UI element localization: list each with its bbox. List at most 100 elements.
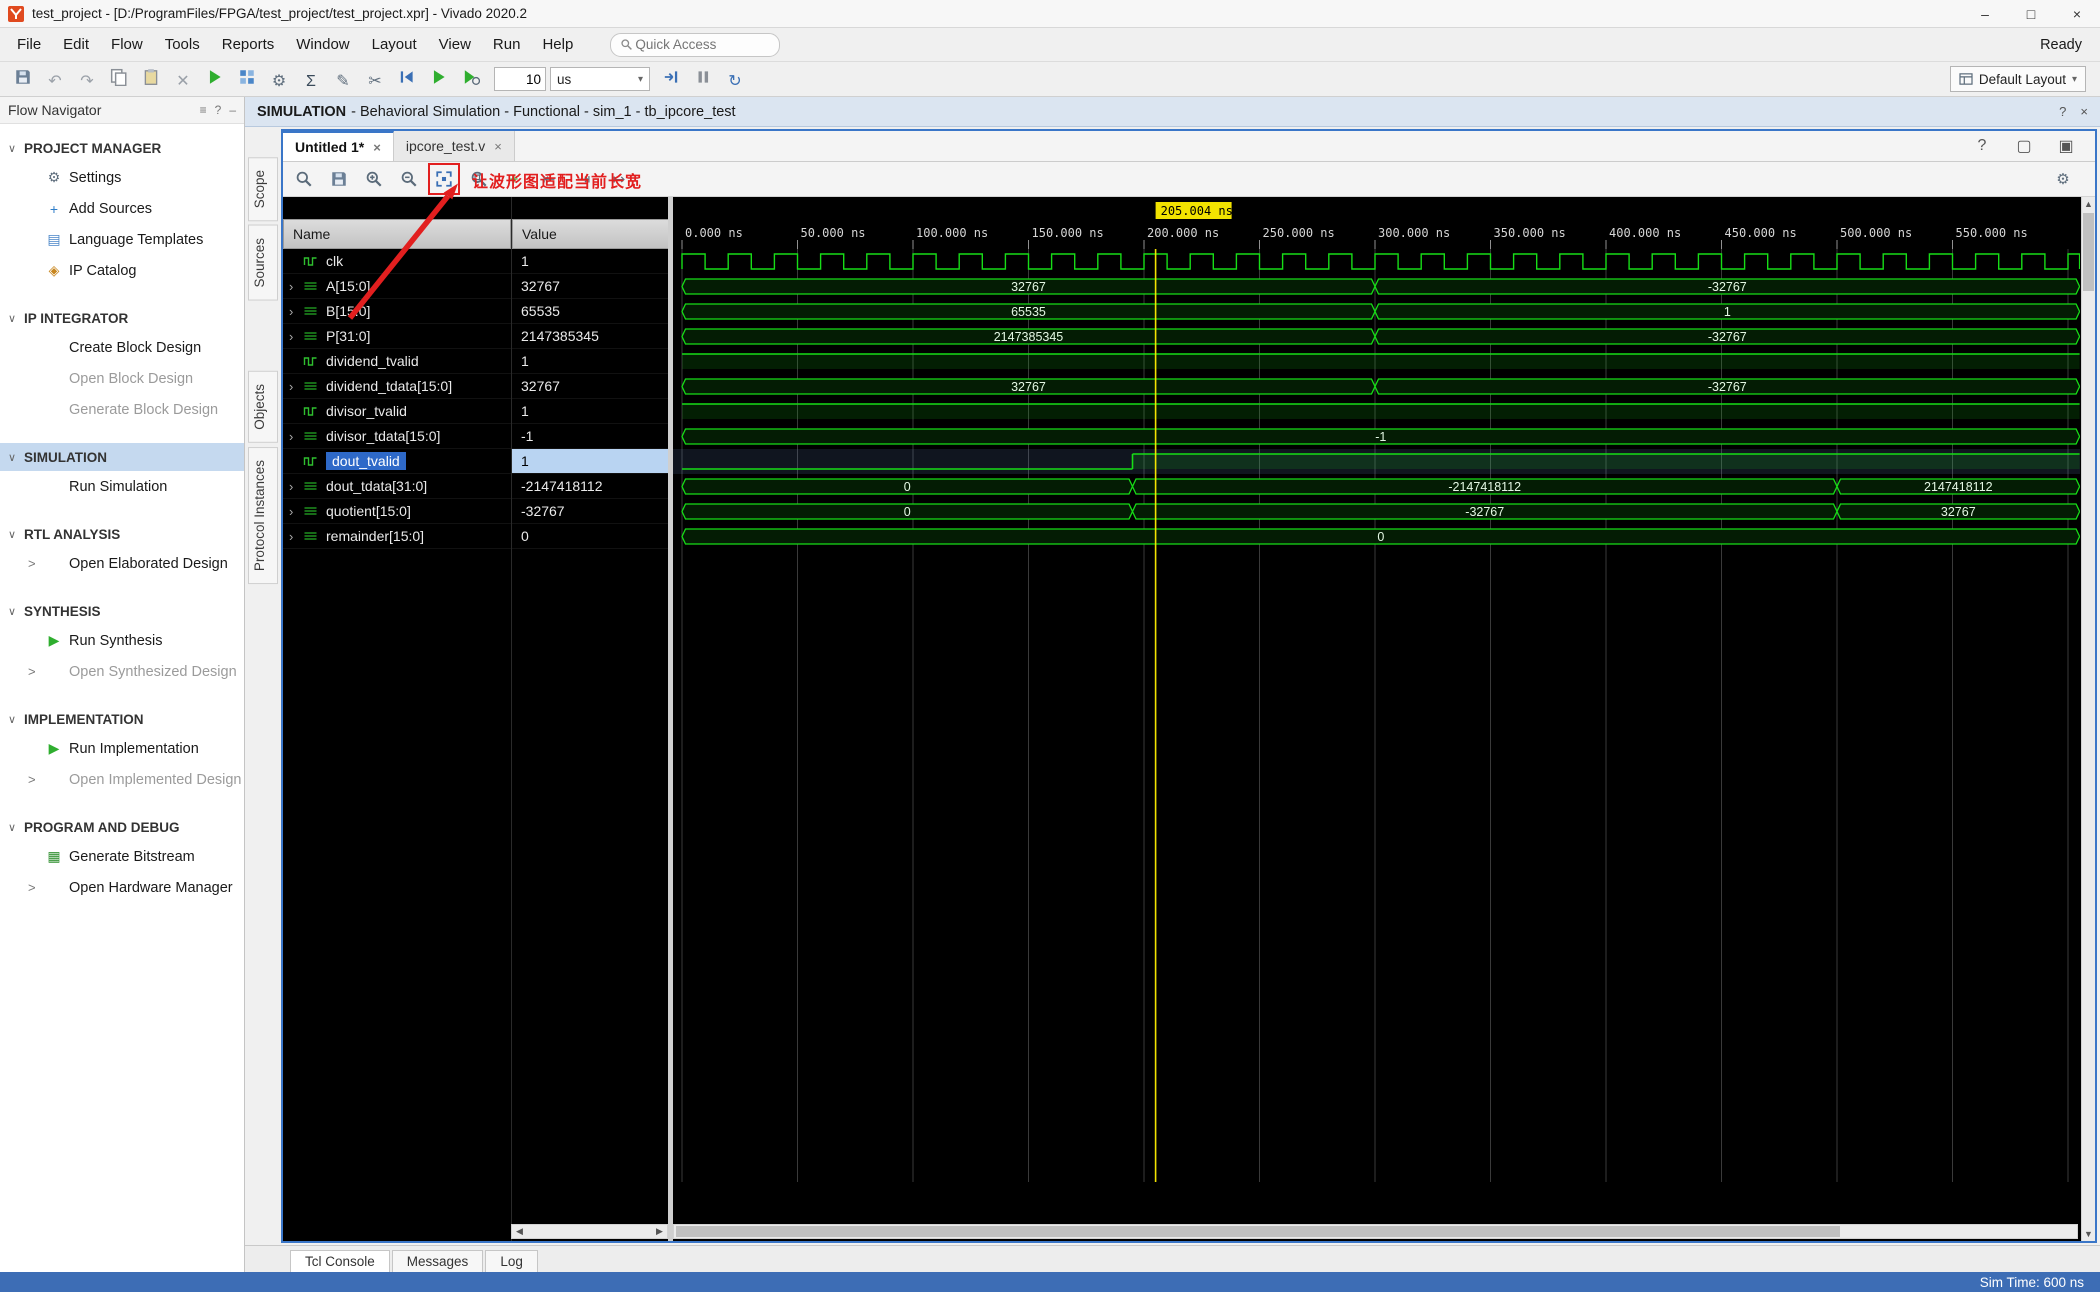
copy-icon[interactable] xyxy=(106,65,132,89)
waveform-canvas[interactable]: 0.000 ns 50.000 ns 100.000 ns 150.000 ns 200… xyxy=(673,197,2080,1225)
signal-value-cell[interactable]: 1 xyxy=(512,249,668,274)
run-time-input[interactable] xyxy=(494,67,546,91)
run-time-unit-select[interactable]: us ▾ xyxy=(550,67,650,91)
signal-row-dividend-tdata-15-0-[interactable]: › dividend_tdata[15:0] xyxy=(283,374,511,399)
signal-value-cell[interactable]: 65535 xyxy=(512,299,668,324)
relaunch-icon[interactable]: ↻ xyxy=(722,69,748,93)
signal-row-quotient-15-0-[interactable]: › quotient[15:0] xyxy=(283,499,511,524)
expander-icon[interactable]: › xyxy=(289,379,303,394)
menu-edit[interactable]: Edit xyxy=(52,32,100,57)
dashboard-icon[interactable] xyxy=(234,65,260,89)
signal-row-dout-tdata-31-0-[interactable]: › dout_tdata[31:0] xyxy=(283,474,511,499)
side-tab-scope[interactable]: Scope xyxy=(248,157,278,222)
flownav-item-generate-bitstream[interactable]: ▦ Generate Bitstream xyxy=(0,841,244,872)
scrollbar-thumb[interactable] xyxy=(2083,213,2094,291)
scroll-left-icon[interactable]: ◀ xyxy=(512,1225,527,1238)
flownav-item-create-block-design[interactable]: Create Block Design xyxy=(0,332,244,363)
save-wave-icon[interactable] xyxy=(326,166,352,192)
menu-run[interactable]: Run xyxy=(482,32,532,57)
expander-icon[interactable]: › xyxy=(289,304,303,319)
signal-value-cell[interactable]: -32767 xyxy=(512,499,668,524)
maximize-button[interactable]: □ xyxy=(2008,0,2054,27)
flownav-item-run-synthesis[interactable]: ▶ Run Synthesis xyxy=(0,625,244,656)
flownav-section-title[interactable]: ∨ SIMULATION xyxy=(0,443,244,471)
find-icon[interactable] xyxy=(291,166,317,192)
save-icon[interactable] xyxy=(10,65,36,89)
editor-tab-ipcore-test-v[interactable]: ipcore_test.v × xyxy=(393,131,515,161)
flownav-item-language-templates[interactable]: ▤ Language Templates xyxy=(0,224,244,255)
expander-icon[interactable]: › xyxy=(289,429,303,444)
quick-access-input[interactable] xyxy=(633,36,748,53)
wave-settings-icon[interactable]: ⚙ xyxy=(2050,166,2076,192)
expander-icon[interactable]: › xyxy=(289,329,303,344)
expander-icon[interactable]: > xyxy=(28,556,44,571)
help-icon[interactable]: ? xyxy=(1969,134,1995,158)
signal-row-divisor-tdata-15-0-[interactable]: › divisor_tdata[15:0] xyxy=(283,424,511,449)
flownav-item-ip-catalog[interactable]: ◈ IP Catalog xyxy=(0,255,244,286)
signal-value-cell[interactable]: 0 xyxy=(512,524,668,549)
expander-icon[interactable]: > xyxy=(28,772,44,787)
edit-icon[interactable]: ✎ xyxy=(330,69,356,93)
signal-value-cell[interactable]: 32767 xyxy=(512,374,668,399)
signal-value-cell[interactable]: 1 xyxy=(512,449,668,474)
signal-value-cell[interactable]: 1 xyxy=(512,349,668,374)
console-tab-messages[interactable]: Messages xyxy=(391,1250,484,1272)
editor-tab-untitled-1-[interactable]: Untitled 1* × xyxy=(283,131,394,161)
undo-icon[interactable]: ↶ xyxy=(42,69,68,93)
scroll-up-icon[interactable]: ▲ xyxy=(2082,197,2095,211)
run-all-icon[interactable] xyxy=(426,65,452,89)
scrollbar-thumb[interactable] xyxy=(676,1226,1841,1237)
step-icon[interactable] xyxy=(658,65,684,89)
redo-icon[interactable]: ↷ xyxy=(74,69,100,93)
flownav-section-title[interactable]: ∨ IP INTEGRATOR xyxy=(0,304,244,332)
signal-row-clk[interactable]: clk xyxy=(283,249,511,274)
wave-horizontal-scrollbar[interactable] xyxy=(673,1224,2078,1239)
console-tab-tcl-console[interactable]: Tcl Console xyxy=(290,1250,390,1272)
tab-close-icon[interactable]: × xyxy=(373,140,381,155)
context-help-icon[interactable]: ? xyxy=(2059,104,2066,119)
minimize-button[interactable]: – xyxy=(1962,0,2008,27)
scroll-right-icon[interactable]: ▶ xyxy=(652,1225,667,1238)
menu-reports[interactable]: Reports xyxy=(211,32,286,57)
name-column-header[interactable]: Name xyxy=(283,219,511,249)
side-tab-protocol-instances[interactable]: Protocol Instances xyxy=(248,446,278,584)
wave-vertical-scrollbar[interactable]: ▲ ▼ xyxy=(2081,197,2095,1241)
layout-select[interactable]: Default Layout ▾ xyxy=(1949,66,2086,92)
settings-icon[interactable]: ⚙ xyxy=(266,69,292,93)
run-for-icon[interactable] xyxy=(458,65,484,89)
flownav-item-open-elaborated-design[interactable]: > Open Elaborated Design xyxy=(0,548,244,579)
close-button[interactable]: × xyxy=(2054,0,2100,27)
delete-icon[interactable]: ✕ xyxy=(170,69,196,93)
expander-icon[interactable]: › xyxy=(289,504,303,519)
signal-row-dout-tvalid[interactable]: dout_tvalid xyxy=(283,449,511,474)
flownav-item-run-implementation[interactable]: ▶ Run Implementation xyxy=(0,733,244,764)
context-close-icon[interactable]: × xyxy=(2080,104,2088,119)
menu-tools[interactable]: Tools xyxy=(154,32,211,57)
tab-close-icon[interactable]: × xyxy=(494,139,502,154)
cut-icon[interactable]: ✂ xyxy=(362,69,388,93)
value-column-header[interactable]: Value xyxy=(512,219,669,249)
menu-help[interactable]: Help xyxy=(531,32,584,57)
pause-icon[interactable] xyxy=(690,65,716,89)
zoom-in-icon[interactable] xyxy=(361,166,387,192)
signal-value-cell[interactable]: 1 xyxy=(512,399,668,424)
expander-icon[interactable]: › xyxy=(289,529,303,544)
run-icon[interactable] xyxy=(202,65,228,89)
flownav-item-settings[interactable]: ⚙ Settings xyxy=(0,162,244,193)
expander-icon[interactable]: › xyxy=(289,479,303,494)
flownav-menu-icon[interactable]: ≡ xyxy=(200,103,207,117)
console-tab-log[interactable]: Log xyxy=(485,1250,538,1272)
zoom-fit-icon[interactable] xyxy=(428,163,460,195)
maximize-panel-icon[interactable]: ▣ xyxy=(2053,134,2079,158)
flownav-section-title[interactable]: ∨ RTL ANALYSIS xyxy=(0,520,244,548)
side-tab-objects[interactable]: Objects xyxy=(248,370,278,443)
flownav-section-title[interactable]: ∨ PROGRAM AND DEBUG xyxy=(0,813,244,841)
signal-row-remainder-15-0-[interactable]: › remainder[15:0] xyxy=(283,524,511,549)
paste-icon[interactable] xyxy=(138,65,164,89)
expander-icon[interactable]: › xyxy=(289,279,303,294)
quick-access-search[interactable] xyxy=(610,32,781,57)
float-icon[interactable]: ▢ xyxy=(2011,134,2037,158)
signal-row-A-15-0-[interactable]: › A[15:0] xyxy=(283,274,511,299)
sum-icon[interactable]: Σ xyxy=(298,70,324,94)
flownav-item-open-hardware-manager[interactable]: > Open Hardware Manager xyxy=(0,872,244,903)
